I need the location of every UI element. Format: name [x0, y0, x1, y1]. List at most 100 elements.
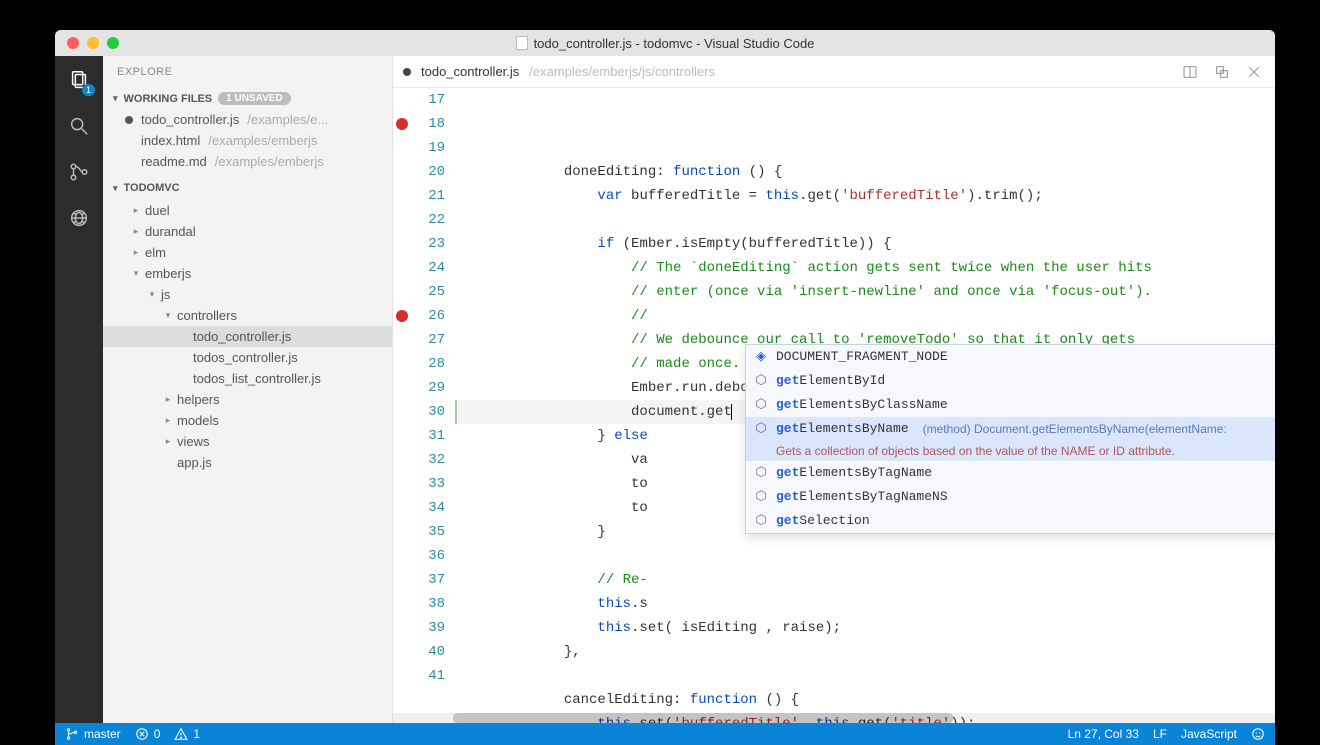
code-line[interactable]: this.set( isEditing , raise); [455, 616, 1275, 640]
code-line[interactable]: // [455, 304, 1275, 328]
line-number[interactable]: 22 [393, 208, 445, 232]
language-status[interactable]: JavaScript [1181, 727, 1237, 741]
working-files-section[interactable]: ▾ WORKING FILES 1 UNSAVED [103, 88, 392, 109]
tree-file[interactable]: app.js [103, 452, 392, 473]
cursor-position-status[interactable]: Ln 27, Col 33 [1068, 727, 1139, 741]
autocomplete-label: DOCUMENT_FRAGMENT_NODE [776, 347, 948, 367]
feedback-button[interactable] [1251, 727, 1265, 741]
modified-dot-icon [125, 116, 133, 124]
code-line[interactable]: }, [455, 640, 1275, 664]
line-number[interactable]: 29 [393, 376, 445, 400]
tab-filename[interactable]: todo_controller.js [421, 64, 519, 79]
line-number[interactable]: 36 [393, 544, 445, 568]
code-line[interactable]: if (Ember.isEmpty(bufferedTitle)) { [455, 232, 1275, 256]
autocomplete-item[interactable]: ⬡getElementById [746, 369, 1275, 393]
line-number[interactable]: 32 [393, 448, 445, 472]
line-number[interactable]: 30 [393, 400, 445, 424]
tree-folder[interactable]: ▸helpers [103, 389, 392, 410]
errors-status[interactable]: 0 [135, 727, 161, 741]
tree-label: app.js [177, 455, 212, 470]
code-line[interactable]: doneEditing: function () { [455, 160, 1275, 184]
line-number[interactable]: 34 [393, 496, 445, 520]
tree-file[interactable]: todos_controller.js [103, 347, 392, 368]
line-number[interactable]: 38 [393, 592, 445, 616]
tree-folder[interactable]: ▸models [103, 410, 392, 431]
line-number[interactable]: 28 [393, 352, 445, 376]
file-name: todo_controller.js [141, 112, 239, 127]
tree-label: js [161, 287, 170, 302]
code-line[interactable]: // The `doneEditing` action gets sent tw… [455, 256, 1275, 280]
code-line[interactable]: cancelEditing: function () { [455, 688, 1275, 712]
git-branch-status[interactable]: master [65, 727, 121, 741]
file-path: /examples/emberjs [208, 133, 317, 148]
line-number[interactable]: 35 [393, 520, 445, 544]
line-number[interactable]: 18 [393, 112, 445, 136]
autocomplete-item[interactable]: ⬡getSelection [746, 509, 1275, 533]
tree-folder[interactable]: ▸durandal [103, 221, 392, 242]
tree-folder[interactable]: ▸duel [103, 200, 392, 221]
line-number[interactable]: 21 [393, 184, 445, 208]
tree-folder[interactable]: ▸views [103, 431, 392, 452]
tree-label: controllers [177, 308, 237, 323]
line-number[interactable]: 25 [393, 280, 445, 304]
line-number[interactable]: 27 [393, 328, 445, 352]
working-file-item[interactable]: todo_controller.js /examples/e... [103, 109, 392, 130]
autocomplete-item[interactable]: ⬡getElementsByName(method) Document.getE… [746, 417, 1275, 441]
editor-area: todo_controller.js /examples/emberjs/js/… [393, 56, 1275, 723]
line-number[interactable]: 23 [393, 232, 445, 256]
code-line[interactable]: // enter (once via 'insert-newline' and … [455, 280, 1275, 304]
debug-view-button[interactable] [65, 204, 93, 232]
autocomplete-item[interactable]: ◈DOCUMENT_FRAGMENT_NODE [746, 345, 1275, 369]
search-view-button[interactable] [65, 112, 93, 140]
line-number[interactable]: 31 [393, 424, 445, 448]
line-number[interactable]: 39 [393, 616, 445, 640]
line-number[interactable]: 33 [393, 472, 445, 496]
explorer-view-button[interactable]: 1 [65, 66, 93, 94]
split-editor-button[interactable] [1179, 61, 1201, 83]
code-line[interactable]: this.s [455, 592, 1275, 616]
line-number[interactable]: 41 [393, 664, 445, 688]
working-file-item[interactable]: readme.md /examples/emberjs [103, 151, 392, 172]
line-number[interactable]: 17 [393, 88, 445, 112]
line-number[interactable]: 20 [393, 160, 445, 184]
working-file-item[interactable]: index.html /examples/emberjs [103, 130, 392, 151]
caret-down-icon: ▾ [113, 183, 118, 194]
horizontal-scrollbar[interactable] [393, 713, 1275, 723]
autocomplete-item[interactable]: ⬡getElementsByTagNameNS [746, 485, 1275, 509]
autocomplete-item[interactable]: ⬡getElementsByClassName [746, 393, 1275, 417]
autocomplete-item[interactable]: ⬡getElementsByTagName [746, 461, 1275, 485]
close-tab-button[interactable] [1243, 61, 1265, 83]
code-line[interactable] [455, 544, 1275, 568]
code-line[interactable] [455, 208, 1275, 232]
eol-status[interactable]: LF [1153, 727, 1167, 741]
file-path: /examples/e... [247, 112, 328, 127]
code-line[interactable]: // Re- [455, 568, 1275, 592]
tree-label: todo_controller.js [193, 329, 291, 344]
tree-folder[interactable]: ▾emberjs [103, 263, 392, 284]
method-icon: ⬡ [754, 374, 768, 388]
autocomplete-label: getSelection [776, 511, 870, 531]
line-number[interactable]: 19 [393, 136, 445, 160]
code-line[interactable]: var bufferedTitle = this.get('bufferedTi… [455, 184, 1275, 208]
code-editor[interactable]: 1718192021222324252627282930313233343536… [393, 88, 1275, 723]
tree-folder[interactable]: ▸elm [103, 242, 392, 263]
code-line[interactable] [455, 664, 1275, 688]
scm-view-button[interactable] [65, 158, 93, 186]
open-changes-button[interactable] [1211, 61, 1233, 83]
working-files-list: todo_controller.js /examples/e...index.h… [103, 109, 392, 172]
tree-file[interactable]: todos_list_controller.js [103, 368, 392, 389]
titlebar: todo_controller.js - todomvc - Visual St… [55, 30, 1275, 56]
project-section[interactable]: ▾ TODOMVC [103, 178, 392, 198]
file-icon [516, 36, 528, 50]
line-number[interactable]: 37 [393, 568, 445, 592]
file-name: readme.md [141, 154, 207, 169]
unsaved-badge: 1 UNSAVED [218, 92, 291, 105]
warnings-status[interactable]: 1 [174, 727, 200, 741]
line-number[interactable]: 40 [393, 640, 445, 664]
line-number[interactable]: 24 [393, 256, 445, 280]
tree-folder[interactable]: ▾controllers [103, 305, 392, 326]
tree-file[interactable]: todo_controller.js [103, 326, 392, 347]
line-number[interactable]: 26 [393, 304, 445, 328]
autocomplete-popup[interactable]: ◈DOCUMENT_FRAGMENT_NODE⬡getElementById⬡g… [745, 344, 1275, 534]
tree-folder[interactable]: ▾js [103, 284, 392, 305]
